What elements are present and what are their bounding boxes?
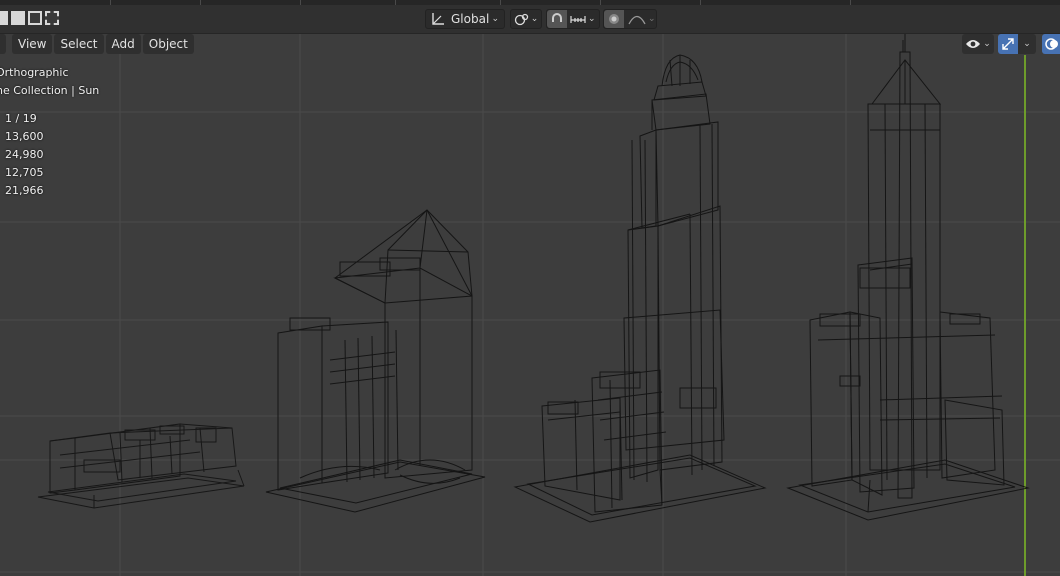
tab-divider [300, 0, 301, 5]
menu-select[interactable]: Select [54, 34, 104, 54]
view-projection-label: Orthographic [0, 66, 69, 79]
gizmo-dropdown[interactable]: ⌄ [1018, 34, 1036, 54]
viewport-info-overlay: Orthographic ne Collection | Sun [0, 64, 99, 100]
chevron-down-icon: ⌄ [530, 14, 539, 24]
orientation-axes-icon [432, 13, 444, 25]
tab-divider [110, 0, 111, 5]
stat-objects: 1 / 19 [5, 112, 37, 125]
tab-divider [600, 0, 601, 5]
stat-triangles: 21,966 [5, 184, 44, 197]
overlay-icon [1045, 38, 1058, 50]
proportional-edit-icon [609, 14, 619, 24]
scene-statistics: 1 / 19 13,600 24,980 12,705 21,966 [5, 110, 44, 200]
eye-icon [966, 40, 981, 48]
tab-divider [395, 0, 396, 5]
pivot-point-dropdown[interactable]: ⌄ [510, 9, 542, 29]
building-3-wireframe [513, 54, 767, 523]
select-new-icon[interactable] [0, 11, 8, 25]
snap-group: ⌄ [546, 9, 600, 29]
pivot-icon [514, 13, 528, 26]
transform-orientation-dropdown[interactable]: Global ⌄ [425, 9, 505, 29]
tab-divider [700, 0, 701, 5]
editor-type-button[interactable] [0, 34, 6, 54]
select-extend-icon[interactable] [11, 11, 25, 25]
building-2-wireframe [265, 209, 486, 513]
falloff-curve-icon[interactable] [628, 13, 646, 25]
viewport-header: Global ⌄ ⌄ ⌄ ⌄ [0, 0, 1060, 34]
gizmo-icon [1002, 38, 1014, 50]
chevron-down-icon: ⌄ [1023, 39, 1031, 49]
proportional-edit-group: ⌄ [603, 9, 657, 29]
gizmo-toggle[interactable] [998, 34, 1018, 54]
building-1-wireframe [37, 423, 245, 509]
proportional-edit-toggle[interactable] [604, 10, 624, 28]
menu-object[interactable]: Object [142, 34, 194, 54]
chevron-down-icon: ⌄ [648, 14, 656, 24]
snap-magnet-icon [552, 13, 562, 22]
overlay-toggle[interactable] [1042, 34, 1060, 54]
stat-edges: 24,980 [5, 148, 44, 161]
stat-faces: 12,705 [5, 166, 44, 179]
select-mode-icons [0, 11, 59, 27]
chevron-down-icon: ⌄ [491, 14, 499, 24]
3d-viewport[interactable]: Global ⌄ ⌄ ⌄ ⌄ View Select Add Object ⌄ … [0, 0, 1060, 576]
viewport-grid [0, 34, 1060, 576]
snap-toggle[interactable] [547, 10, 567, 28]
chevron-down-icon: ⌄ [983, 39, 991, 49]
snap-increment-icon[interactable] [570, 13, 586, 25]
select-intersect-icon[interactable] [45, 11, 59, 25]
tab-divider [500, 0, 501, 5]
menu-view[interactable]: View [12, 34, 53, 54]
object-visibility-dropdown[interactable]: ⌄ [962, 34, 994, 54]
building-4-wireframe [786, 30, 1030, 521]
active-collection-label: ne Collection | Sun [0, 84, 100, 97]
viewport-menu-bar: View Select Add Object [0, 34, 194, 54]
select-subtract-icon[interactable] [28, 11, 42, 25]
workspace-tab-strip [0, 0, 1060, 5]
tab-divider [850, 0, 851, 5]
stat-vertices: 13,600 [5, 130, 44, 143]
wireframe-scene[interactable] [0, 0, 1060, 576]
menu-add[interactable]: Add [105, 34, 141, 54]
transform-orientation-label: Global [451, 12, 490, 26]
tab-divider [200, 0, 201, 5]
chevron-down-icon: ⌄ [588, 14, 596, 24]
